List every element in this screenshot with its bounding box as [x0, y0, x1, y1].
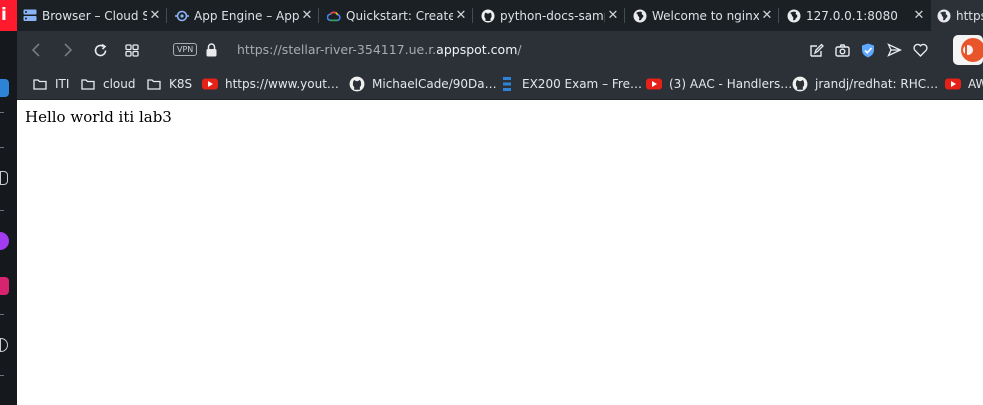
- sidebar-divider: [0, 210, 4, 211]
- tab-title: python-docs-samp: [500, 8, 605, 23]
- youtube-icon: [945, 77, 961, 91]
- lock-icon[interactable]: [206, 42, 217, 57]
- bookmark-ex200[interactable]: EX200 Exam – Fre…: [499, 69, 642, 99]
- globe-icon: [787, 9, 801, 23]
- url-suffix: /: [517, 42, 522, 57]
- tab-browser-cloud-storage[interactable]: Browser – Cloud S ✕: [17, 0, 167, 31]
- heart-icon[interactable]: [911, 41, 929, 59]
- bookmark-label: MichaelCade/90Da…: [372, 77, 497, 91]
- folder-icon: [146, 77, 162, 91]
- google-cloud-icon: [327, 9, 341, 23]
- tab-title: App Engine – App: [194, 8, 299, 23]
- messenger-icon[interactable]: [0, 232, 9, 250]
- back-button[interactable]: [27, 41, 45, 59]
- globe-icon: [937, 9, 951, 23]
- tab-strip: Browser – Cloud S ✕ App Engine – App ✕ Q…: [17, 0, 983, 31]
- sidebar-divider: [0, 314, 4, 315]
- tab-divider: [166, 8, 167, 23]
- reload-button[interactable]: [91, 41, 109, 59]
- bookmark-folder-iti[interactable]: ITI: [32, 69, 69, 99]
- bookmark-label: jrandj/redhat: RHC…: [815, 77, 939, 91]
- bookmark-label: AW: [968, 77, 983, 91]
- folder-icon: [80, 77, 96, 91]
- vpn-badge[interactable]: VPN: [173, 43, 198, 56]
- speed-dial-button[interactable]: [123, 41, 141, 59]
- github-icon: [481, 9, 495, 23]
- instagram-icon[interactable]: [0, 277, 9, 295]
- browser-logo-icon[interactable]: i: [0, 0, 17, 31]
- bookmark-michaelcade[interactable]: MichaelCade/90Da…: [349, 69, 497, 99]
- bookmark-label: cloud: [103, 77, 136, 91]
- bookmark-folder-cloud[interactable]: cloud: [80, 69, 136, 99]
- address-toolbar: VPN https://stellar-river-354117.ue.r.ap…: [17, 31, 983, 69]
- tab-python-docs-samples[interactable]: python-docs-samp ✕: [475, 0, 625, 31]
- bookmarks-bar: ITI cloud K8S https://www.yout… MichaelC…: [17, 69, 983, 100]
- bookmark-label: K8S: [169, 77, 193, 91]
- page-content: Hello world iti lab3: [17, 100, 983, 405]
- close-icon[interactable]: ✕: [299, 8, 315, 23]
- history-icon[interactable]: [0, 338, 8, 352]
- bookmark-folder-k8s[interactable]: K8S: [146, 69, 192, 99]
- tab-divider: [624, 8, 625, 23]
- tab-divider: [778, 8, 779, 23]
- github-icon: [349, 76, 365, 92]
- bookmark-label: EX200 Exam – Fre…: [522, 77, 642, 91]
- browser-sidebar: i: [0, 0, 17, 405]
- url-field[interactable]: https://stellar-river-354117.ue.r.appspo…: [237, 42, 522, 57]
- bookmark-youtube[interactable]: https://www.yout…: [202, 69, 339, 99]
- tab-divider: [472, 8, 473, 23]
- bookmark-jrandj-redhat[interactable]: jrandj/redhat: RHC…: [792, 69, 938, 99]
- tab-title: Welcome to nginx: [652, 8, 759, 23]
- tab-title: Browser – Cloud S: [42, 8, 147, 23]
- shield-icon[interactable]: [859, 41, 877, 59]
- stack-icon: [499, 77, 515, 91]
- sidebar-tabs-icon[interactable]: [0, 171, 8, 185]
- server-icon: [23, 9, 37, 23]
- sidebar-app-icon[interactable]: [0, 79, 9, 97]
- folder-icon: [32, 77, 48, 91]
- bookmark-aac-handlers[interactable]: (3) AAC - Handlers…: [646, 69, 792, 99]
- globe-icon: [633, 9, 647, 23]
- tab-localhost-8080[interactable]: 127.0.0.1:8080 ✕: [781, 0, 931, 31]
- tab-divider: [318, 8, 319, 23]
- tab-title: 127.0.0.1:8080: [806, 8, 898, 23]
- sidebar-divider: [0, 375, 4, 376]
- close-icon[interactable]: ✕: [147, 8, 163, 23]
- tab-quickstart[interactable]: Quickstart: Create ✕: [321, 0, 473, 31]
- bookmark-label: ITI: [55, 77, 70, 91]
- tab-active-appspot[interactable]: https: [931, 0, 983, 31]
- youtube-icon: [646, 77, 662, 91]
- url-prefix: https://stellar-river-354117.ue.r.: [237, 42, 437, 57]
- close-icon[interactable]: ✕: [453, 8, 469, 23]
- url-domain: appspot.com: [436, 42, 518, 57]
- send-icon[interactable]: [885, 41, 903, 59]
- bookmark-aw[interactable]: AW: [945, 69, 983, 99]
- youtube-icon: [202, 77, 218, 91]
- bookmark-label: (3) AAC - Handlers…: [669, 77, 793, 91]
- page-body-text: Hello world iti lab3: [25, 108, 172, 126]
- tab-app-engine[interactable]: App Engine – App ✕: [169, 0, 319, 31]
- forward-button[interactable]: [59, 41, 77, 59]
- profile-avatar[interactable]: [953, 35, 983, 65]
- sidebar-divider: [0, 147, 4, 148]
- tab-title: Quickstart: Create: [346, 8, 453, 23]
- tab-title: https: [956, 8, 983, 23]
- close-icon[interactable]: ✕: [759, 8, 775, 23]
- close-icon[interactable]: ✕: [605, 8, 621, 23]
- camera-icon[interactable]: [833, 41, 851, 59]
- snapshot-edit-icon[interactable]: [807, 41, 825, 59]
- github-icon: [792, 76, 808, 92]
- bookmark-label: https://www.yout…: [225, 77, 339, 91]
- sidebar-divider: [0, 112, 4, 113]
- close-icon[interactable]: ✕: [911, 8, 927, 23]
- tab-welcome-nginx[interactable]: Welcome to nginx ✕: [627, 0, 779, 31]
- app-engine-icon: [175, 9, 189, 23]
